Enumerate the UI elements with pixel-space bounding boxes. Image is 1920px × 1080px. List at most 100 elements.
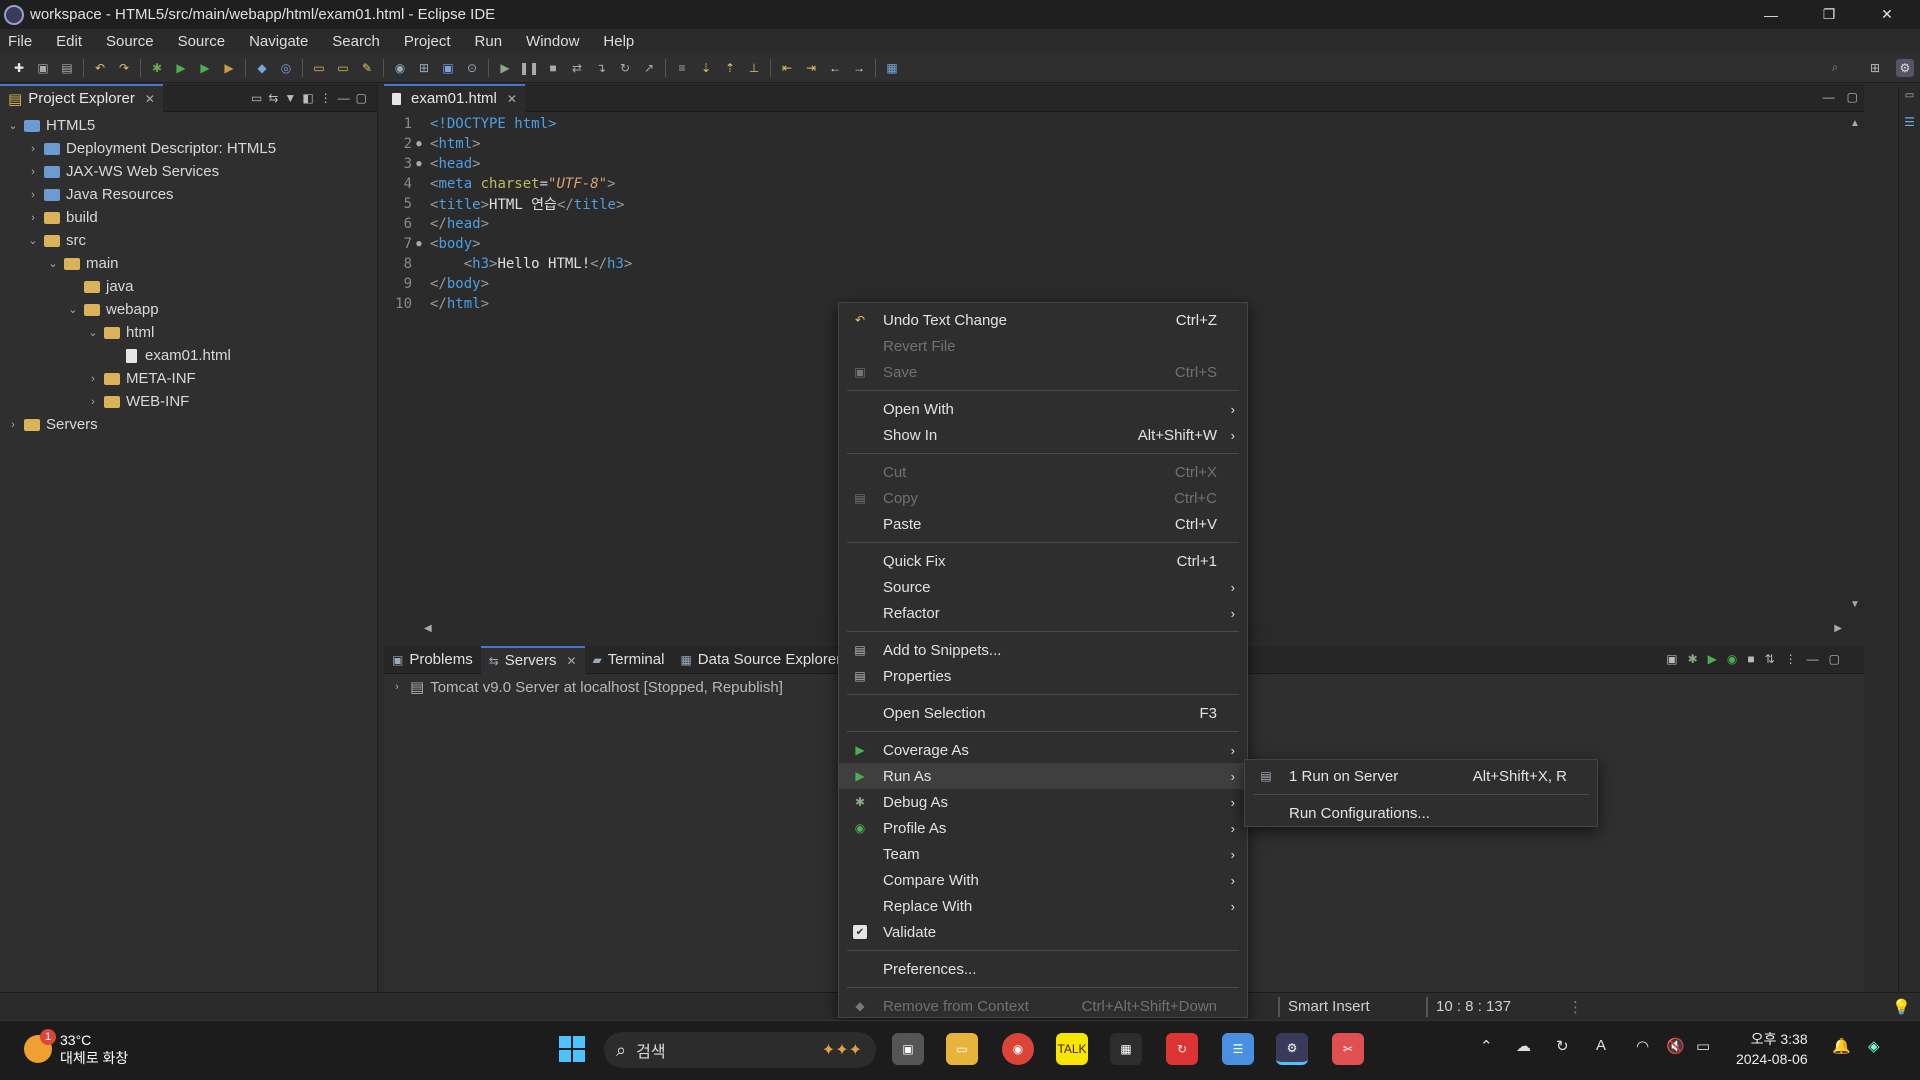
menu-item-run-configurations[interactable]: Run Configurations...: [1245, 800, 1597, 826]
menu-source[interactable]: Source: [178, 33, 238, 50]
tip-icon[interactable]: 💡: [1892, 998, 1911, 1016]
tree-item[interactable]: › JAX-WS Web Services: [0, 160, 377, 183]
minimize-icon[interactable]: —: [338, 91, 350, 105]
kakaotalk-icon[interactable]: TALK: [1056, 1033, 1088, 1065]
code-line[interactable]: 9 </body>: [384, 274, 1864, 294]
windows-start-icon[interactable]: [556, 1033, 588, 1065]
menu-navigate[interactable]: Navigate: [249, 33, 320, 50]
chevron-right-icon[interactable]: ›: [26, 212, 40, 224]
restore-button[interactable]: ❐: [1800, 0, 1858, 29]
code-line[interactable]: 8 <h3>Hello HTML!</h3>: [384, 254, 1864, 274]
ime-icon[interactable]: A: [1596, 1037, 1606, 1054]
suspend-icon[interactable]: ❚❚: [519, 59, 539, 77]
toggle-mark-icon[interactable]: ⊞: [415, 59, 433, 77]
new-server-icon[interactable]: ▣: [1666, 652, 1677, 666]
view-menu-icon[interactable]: ⋮: [1785, 652, 1797, 666]
onedrive-icon[interactable]: ☁: [1516, 1037, 1531, 1055]
menu-item-open-selection[interactable]: Open Selection F3: [839, 700, 1247, 726]
toggle-comment-icon[interactable]: ≡: [673, 59, 691, 77]
forward-icon[interactable]: →: [850, 59, 868, 77]
debug-icon[interactable]: ✱: [148, 59, 166, 77]
back-icon[interactable]: ←: [826, 59, 844, 77]
minimize-button[interactable]: —: [1742, 0, 1800, 29]
chrome-icon[interactable]: ◉: [1002, 1033, 1034, 1065]
ms-store-icon[interactable]: ▦: [1110, 1033, 1142, 1065]
chevron-right-icon[interactable]: ›: [26, 189, 40, 201]
quick-access-icon[interactable]: ⌕: [1826, 59, 1844, 77]
step-return-icon[interactable]: ↗: [640, 59, 658, 77]
new-icon[interactable]: ✚: [10, 59, 28, 77]
focus-icon[interactable]: ◧: [302, 91, 313, 105]
save-all-icon[interactable]: ▤: [58, 59, 76, 77]
task-view-icon[interactable]: ▣: [892, 1033, 924, 1065]
menu-item-quick-fix[interactable]: Quick Fix Ctrl+1: [839, 548, 1247, 574]
maximize-icon[interactable]: ▢: [1847, 90, 1858, 104]
step-into-icon[interactable]: ↴: [592, 59, 610, 77]
outline-icon[interactable]: ☰: [1899, 115, 1920, 129]
tree-item[interactable]: ⌄ src: [0, 229, 377, 252]
weather-widget[interactable]: 1 33°C 대체로 화창: [24, 1029, 128, 1067]
start-server-icon[interactable]: ▶: [1708, 652, 1717, 666]
open-folder-icon[interactable]: ▭: [310, 59, 328, 77]
code-line[interactable]: 5 <title>HTML 연습</title>: [384, 194, 1864, 214]
menu-item-preferences[interactable]: Preferences...: [839, 956, 1247, 982]
menu-item-team[interactable]: Team ›: [839, 841, 1247, 867]
code-editor[interactable]: 1 <!DOCTYPE html> 2 ● <html> 3 ● <head> 4 <meta c…: [384, 114, 1864, 314]
sync-icon[interactable]: ↻: [1556, 1037, 1569, 1055]
tab-data-source-explorer[interactable]: ▦ Data Source Explorer: [672, 646, 849, 674]
tab-project-explorer[interactable]: ▤ Project Explorer ✕: [0, 83, 163, 112]
chevron-right-icon[interactable]: ›: [86, 373, 100, 385]
restore-icon[interactable]: ▭: [1899, 90, 1920, 101]
pin-icon[interactable]: ⊥: [745, 59, 763, 77]
minimize-icon[interactable]: —: [1807, 652, 1819, 666]
scroll-left-icon[interactable]: ◀: [424, 623, 432, 634]
new-web-icon[interactable]: ◎: [277, 59, 295, 77]
chevron-down-icon[interactable]: ⌄: [46, 257, 60, 270]
marketplace-icon[interactable]: ▦: [883, 59, 901, 77]
tree-item[interactable]: › WEB-INF: [0, 390, 377, 413]
stop-server-icon[interactable]: ■: [1747, 652, 1754, 666]
sync-app-icon[interactable]: ↻: [1166, 1033, 1198, 1065]
menu-item-show-in[interactable]: Show In Alt+Shift+W ›: [839, 422, 1247, 448]
tab-terminal[interactable]: ▰ Terminal: [585, 646, 673, 674]
vertical-scrollbar[interactable]: ▲ ▼: [1846, 114, 1864, 614]
menu-item-validate[interactable]: ✔ Validate: [839, 919, 1247, 945]
brush-icon[interactable]: ✎: [358, 59, 376, 77]
code-line[interactable]: 4 <meta charset="UTF-8">: [384, 174, 1864, 194]
battery-icon[interactable]: ▭: [1696, 1037, 1710, 1055]
open-type-icon[interactable]: ▭: [334, 59, 352, 77]
menu-item-profile-as[interactable]: ◉ Profile As ›: [839, 815, 1247, 841]
menu-run[interactable]: Run: [475, 33, 515, 50]
chevron-right-icon[interactable]: ›: [26, 143, 40, 155]
redo-icon[interactable]: ↷: [115, 59, 133, 77]
disconnect-icon[interactable]: ⇄: [568, 59, 586, 77]
open-perspective-icon[interactable]: ⊞: [1866, 59, 1884, 77]
menu-item-coverage-as[interactable]: ▶ Coverage As ›: [839, 737, 1247, 763]
filter-icon[interactable]: ▼: [284, 91, 296, 105]
fold-marker-icon[interactable]: ●: [414, 239, 424, 249]
code-line[interactable]: 1 <!DOCTYPE html>: [384, 114, 1864, 134]
menu-item-refactor[interactable]: Refactor ›: [839, 600, 1247, 626]
code-line[interactable]: 3 ● <head>: [384, 154, 1864, 174]
tab-problems[interactable]: ▣ Problems: [384, 646, 481, 674]
tree-item[interactable]: › META-INF: [0, 367, 377, 390]
block-select-icon[interactable]: ▣: [439, 59, 457, 77]
new-server-icon[interactable]: ◆: [253, 59, 271, 77]
tree-item[interactable]: ⌄ HTML5: [0, 114, 377, 137]
code-line[interactable]: 6 </head>: [384, 214, 1864, 234]
menu-item-undo-text-change[interactable]: ↶ Undo Text Change Ctrl+Z: [839, 307, 1247, 333]
notepad-icon[interactable]: ☰: [1222, 1033, 1254, 1065]
menu-edit[interactable]: Edit: [56, 33, 94, 50]
run-icon[interactable]: ▶: [172, 59, 190, 77]
file-explorer-icon[interactable]: ▭: [946, 1033, 978, 1065]
menu-item-replace-with[interactable]: Replace With ›: [839, 893, 1247, 919]
debug-server-icon[interactable]: ✱: [1688, 652, 1698, 666]
publish-icon[interactable]: ⇅: [1765, 652, 1775, 666]
scroll-right-icon[interactable]: ▶: [1834, 623, 1842, 634]
menu-window[interactable]: Window: [526, 33, 591, 50]
clock[interactable]: 오후 3:38 2024-08-06: [1736, 1029, 1808, 1069]
tree-item[interactable]: exam01.html: [0, 344, 377, 367]
tab-exam01-html[interactable]: exam01.html ✕: [384, 83, 525, 112]
menu-file[interactable]: File: [8, 33, 44, 50]
link-editor-icon[interactable]: ⇆: [268, 91, 278, 105]
